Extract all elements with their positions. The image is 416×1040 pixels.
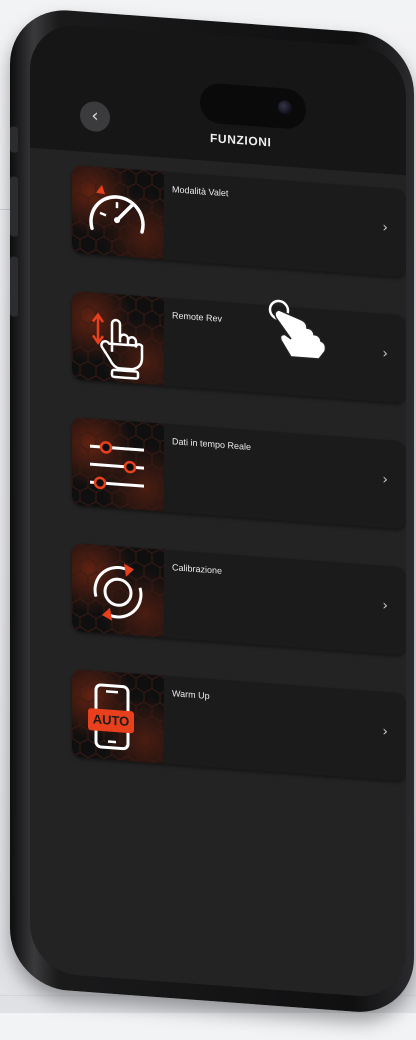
camera-icon [278,99,292,116]
feature-card-image [72,416,164,512]
side-button [10,126,18,153]
feature-card-realtime-data[interactable]: Dati in tempo Reale › [72,416,406,530]
tap-hand-icon [268,299,327,360]
feature-card-image [72,542,164,638]
touch-updown-icon [91,312,144,380]
back-button[interactable]: ‹ [80,100,110,133]
app-screen: ‹ FUNZIONI Modalità Valet › Remote Rev ›… [30,21,406,1000]
feature-card-image: AUTO [72,668,164,764]
chevron-right-icon: › [382,345,388,363]
feature-label: Dati in tempo Reale [172,436,252,452]
phone-frame: ‹ FUNZIONI Modalità Valet › Remote Rev ›… [10,6,414,1016]
feature-card-calibration[interactable]: Calibrazione › [72,542,406,656]
chevron-right-icon: › [382,219,388,237]
page-title: FUNZIONI [210,130,272,150]
calibration-cycle-icon [93,563,143,621]
chevron-right-icon: › [382,471,388,489]
chevron-left-icon: ‹ [91,105,99,127]
feature-card-image [72,164,164,260]
sliders-icon [90,441,144,490]
speedometer-icon [89,185,145,234]
chevron-right-icon: › [382,597,388,615]
side-button [10,176,18,237]
chevron-right-icon: › [382,723,388,741]
feature-card-remote-rev[interactable]: Remote Rev › [72,290,406,404]
auto-badge: AUTO [92,711,130,730]
side-button [10,256,18,317]
feature-label: Remote Rev [172,310,223,324]
feature-card-warm-up[interactable]: AUTO Warm Up › [72,668,406,782]
feature-label: Warm Up [172,688,210,701]
feature-card-image [72,290,164,386]
feature-label: Modalità Valet [172,184,229,199]
dynamic-island [200,82,306,131]
phone-mockup: ‹ FUNZIONI Modalità Valet › Remote Rev ›… [6,6,416,1040]
feature-label: Calibrazione [172,562,223,576]
feature-card-valet[interactable]: Modalità Valet › [72,164,406,278]
